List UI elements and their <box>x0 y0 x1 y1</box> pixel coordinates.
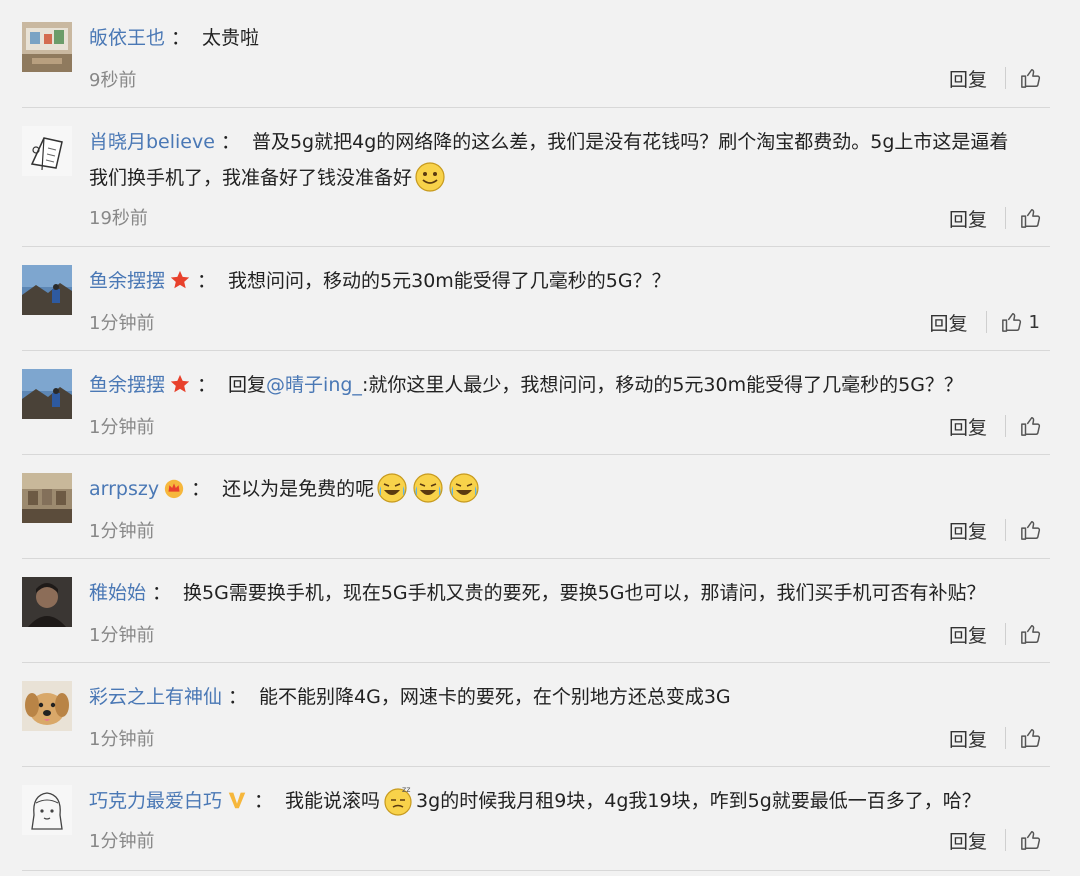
avatar[interactable] <box>22 369 72 419</box>
reply-button[interactable]: 回复 <box>949 65 987 92</box>
red-star-badge <box>170 374 190 392</box>
comment-text-prefix: 我能说滚吗 <box>285 790 381 812</box>
comment-text: 3g的时候我月租9块，4g我19块，咋到5g就要最低一百多了，哈？ <box>416 790 981 812</box>
avatar[interactable] <box>22 577 72 627</box>
separator <box>1005 727 1006 749</box>
comment-text: 还以为是免费的呢 <box>222 478 375 500</box>
colon: ： <box>152 582 172 604</box>
colon: ： <box>254 790 274 812</box>
comment-text: 普及5g就把4g的网络降的这么差，我们是没有花钱吗？刷个淘宝都费劲。5g上市这是… <box>251 131 1009 153</box>
reply-button[interactable]: 回复 <box>949 827 987 854</box>
laugh-cry-emoji <box>449 472 479 503</box>
timestamp: 1分钟前 <box>89 625 155 646</box>
like-count: 1 <box>1028 311 1040 333</box>
reply-button[interactable]: 回复 <box>949 205 987 232</box>
reply-button[interactable]: 回复 <box>949 621 987 648</box>
like-button[interactable] <box>1020 829 1042 851</box>
username[interactable]: 巧克力最爱白巧 <box>89 790 222 812</box>
laugh-cry-emoji <box>413 472 443 503</box>
avatar[interactable] <box>22 265 72 315</box>
reply-button[interactable]: 回复 <box>949 517 987 544</box>
like-button[interactable] <box>1020 519 1042 541</box>
comment-list: 皈依王也：太贵啦 9秒前 回复 肖晓月believe：普及5g就把4g的网络降的… <box>0 0 1080 876</box>
like-button[interactable] <box>1020 727 1042 749</box>
separator <box>985 311 987 333</box>
colon: ： <box>228 686 248 708</box>
avatar[interactable] <box>22 126 72 176</box>
sleepy-emoji: zz <box>384 785 412 816</box>
colon: ： <box>197 270 217 292</box>
separator <box>1005 623 1006 645</box>
reply-button[interactable]: 回复 <box>949 413 987 440</box>
comment-text-continued: 我们换手机了，我准备好了钱没准备好 <box>89 167 413 189</box>
reply-button[interactable]: 回复 <box>930 309 968 336</box>
timestamp: 1分钟前 <box>89 831 155 852</box>
thumbs-up-icon <box>1001 313 1021 332</box>
timestamp: 1分钟前 <box>89 417 155 438</box>
colon: ： <box>220 131 240 153</box>
username[interactable]: 鱼余摆摆 <box>89 270 165 292</box>
thumbs-up-icon <box>1021 831 1041 850</box>
username[interactable]: 肖晓月believe <box>89 131 215 153</box>
username[interactable]: 彩云之上有神仙 <box>89 686 222 708</box>
like-button[interactable] <box>1020 415 1042 437</box>
like-button[interactable] <box>1020 207 1042 229</box>
comment-item: arrpszy ： 还以为是免费的呢 1分钟前 回复 <box>0 455 1080 559</box>
avatar[interactable] <box>22 22 72 72</box>
comment-item: 巧克力最爱白巧 ： 我能说滚吗 zz 3g的时候我月租9块，4g我19块，咋到5g就要最… <box>0 767 1080 876</box>
timestamp: 1分钟前 <box>89 313 155 334</box>
username[interactable]: arrpszy <box>89 478 159 500</box>
separator <box>1005 519 1006 541</box>
comment-item: 鱼余摆摆 ： 我想问问，移动的5元30m能受得了几毫秒的5G？？ 1分钟前 回复 1 <box>0 247 1080 351</box>
thumbs-up-icon <box>1021 417 1041 436</box>
avatar[interactable] <box>22 681 72 731</box>
timestamp: 1分钟前 <box>89 729 155 750</box>
reply-button[interactable]: 回复 <box>949 725 987 752</box>
username[interactable]: 稚始始 <box>89 582 146 604</box>
thumbs-up-icon <box>1021 209 1041 228</box>
comment-text: 我想问问，移动的5元30m能受得了几毫秒的5G？？ <box>228 270 671 292</box>
divider <box>22 870 1050 871</box>
svg-text:zz: zz <box>402 785 410 794</box>
colon: ： <box>171 27 191 49</box>
comment-item: 稚始始 ： 换5G需要换手机，现在5G手机又贵的要死，要换5G也可以，那请问，我们买… <box>0 559 1080 663</box>
colon: ： <box>197 374 217 396</box>
like-button[interactable] <box>1020 623 1042 645</box>
comment-item: 鱼余摆摆：回复@晴子ing_:就你这里人最少，我想问问，移动的5元30m能受得了… <box>0 351 1080 455</box>
username[interactable]: 鱼余摆摆 <box>89 374 165 396</box>
thumbs-up-icon <box>1021 729 1041 748</box>
comment-item: 肖晓月believe： 普及5g就把4g的网络降的这么差，我们是没有花钱吗？刷个淘… <box>0 108 1080 247</box>
username[interactable]: 皈依王也 <box>89 27 165 49</box>
separator <box>1005 415 1006 437</box>
smile-emoji <box>415 161 445 192</box>
timestamp: 9秒前 <box>89 70 137 91</box>
comment-text: 换5G需要换手机，现在5G手机又贵的要死，要换5G也可以，那请问，我们买手机可否… <box>183 582 986 604</box>
avatar[interactable] <box>22 473 72 523</box>
timestamp: 19秒前 <box>89 208 148 229</box>
red-star-badge <box>170 270 190 288</box>
avatar[interactable] <box>22 785 72 835</box>
separator <box>1005 207 1006 229</box>
colon: ： <box>191 478 211 500</box>
comment-text: :就你这里人最少，我想问问，移动的5元30m能受得了几毫秒的5G？？ <box>361 374 963 396</box>
like-button[interactable] <box>1020 67 1042 89</box>
thumbs-up-icon <box>1021 625 1041 644</box>
separator <box>1005 829 1006 851</box>
timestamp: 1分钟前 <box>89 521 155 542</box>
thumbs-up-icon <box>1021 521 1041 540</box>
comment-text: 太贵啦 <box>202 27 260 49</box>
separator <box>1005 67 1006 89</box>
crown-badge <box>164 479 184 498</box>
mention-link[interactable]: @晴子ing_ <box>266 374 362 396</box>
comment-text: 能不能别降4G，网速卡的要死，在个别地方还总变成3G <box>259 686 731 708</box>
thumbs-up-icon <box>1021 69 1041 88</box>
comment-text-prefix: 回复 <box>228 374 267 396</box>
laugh-cry-emoji <box>377 472 407 503</box>
like-button[interactable]: 1 <box>1001 311 1040 333</box>
comment-item: 彩云之上有神仙：能不能别降4G，网速卡的要死，在个别地方还总变成3G 1分钟前 … <box>0 663 1080 767</box>
comment-item: 皈依王也 ： 太贵啦 9秒前 回复 <box>0 0 1080 108</box>
v-badge <box>228 792 246 808</box>
